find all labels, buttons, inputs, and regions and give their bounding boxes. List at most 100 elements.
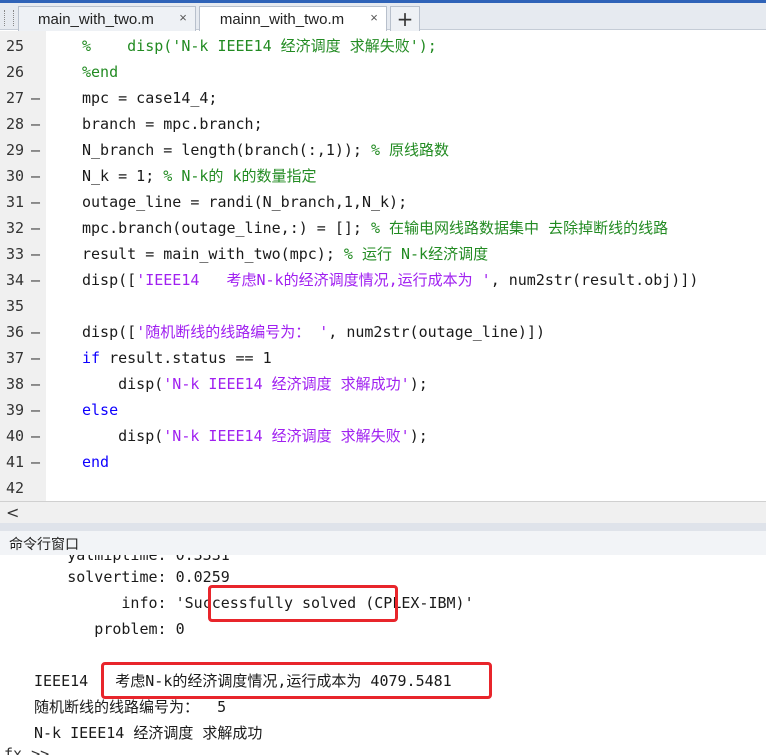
- code-text: if result.status == 1: [82, 345, 272, 371]
- code-token: else: [82, 401, 119, 419]
- code-token: 'IEEE14 考虑N-k的经济调度情况,运行成本为 ': [136, 271, 491, 289]
- code-token: );: [409, 427, 428, 445]
- line-number: 39: [6, 401, 25, 419]
- code-token: result.status == 1: [100, 349, 272, 367]
- breakpoint-marker[interactable]: —: [31, 163, 40, 189]
- code-token: % disp('N-k IEEE14 经济调度 求解失败');: [82, 37, 437, 55]
- breakpoint-marker[interactable]: —: [31, 423, 40, 449]
- breakpoint-marker[interactable]: —: [31, 345, 40, 371]
- line-number: 40: [6, 427, 25, 445]
- tab-label: main_with_two.m: [38, 11, 154, 28]
- code-text: N_branch = length(branch(:,1)); % 原线路数: [82, 137, 449, 163]
- code-line[interactable]: 30 — N_k = 1; % N-k的 k的数量指定: [0, 163, 766, 189]
- code-line[interactable]: 29 — N_branch = length(branch(:,1)); % 原线路…: [0, 137, 766, 163]
- code-line[interactable]: 39 — else: [0, 397, 766, 423]
- code-token: N_k = 1;: [82, 167, 164, 185]
- code-line[interactable]: 28 — branch = mpc.branch;: [0, 111, 766, 137]
- code-token: if: [82, 349, 101, 367]
- code-line[interactable]: 40 — disp('N-k IEEE14 经济调度 求解失败');: [0, 423, 766, 449]
- code-line[interactable]: 36 — disp(['随机断线的线路编号为： ', num2str(outage_…: [0, 319, 766, 345]
- output-line: solvertime: 0.0259: [4, 568, 230, 586]
- code-line[interactable]: 27 — mpc = case14_4;: [0, 85, 766, 111]
- tab-main-with-two[interactable]: main_with_two.m ×: [18, 6, 196, 32]
- code-line[interactable]: 32 — mpc.branch(outage_line,:) = []; % 在输电…: [0, 215, 766, 241]
- code-text: branch = mpc.branch;: [82, 111, 263, 137]
- code-line[interactable]: 38 — disp('N-k IEEE14 经济调度 求解成功');: [0, 371, 766, 397]
- code-text: end: [82, 449, 109, 475]
- code-token: disp(: [82, 375, 164, 393]
- code-line[interactable]: 33 — result = main_with_two(mpc); % 运行 N-k…: [0, 241, 766, 267]
- close-icon[interactable]: ×: [367, 11, 381, 25]
- code-token: N_branch = length(branch(:,1));: [82, 141, 371, 159]
- code-token: end: [82, 453, 110, 471]
- breakpoint-marker[interactable]: —: [31, 449, 40, 475]
- line-number: 31: [6, 193, 25, 211]
- code-token: result = main_with_two(mpc);: [82, 245, 344, 263]
- code-line[interactable]: 35: [0, 293, 766, 319]
- code-token: outage_line = randi(N_branch,1,N_k);: [82, 193, 408, 211]
- breakpoint-marker[interactable]: —: [31, 371, 40, 397]
- breakpoint-marker[interactable]: —: [31, 85, 40, 111]
- line-number: 29: [6, 141, 25, 159]
- line-number: 35: [6, 297, 25, 315]
- pane-divider[interactable]: [0, 523, 766, 531]
- line-number: 25: [6, 37, 25, 55]
- line-number: 32: [6, 219, 25, 237]
- line-number: 28: [6, 115, 25, 133]
- code-token: , num2str(result.obj)]): [490, 271, 699, 289]
- line-number: 37: [6, 349, 25, 367]
- scroll-left-icon[interactable]: <: [6, 503, 19, 522]
- command-window-title: 命令行窗口: [9, 537, 79, 553]
- tab-mainn-with-two[interactable]: mainn_with_two.m ×: [199, 6, 387, 33]
- code-text: mpc = case14_4;: [82, 85, 217, 111]
- code-token: '随机断线的线路编号为： ': [136, 323, 329, 341]
- breakpoint-marker[interactable]: —: [31, 215, 40, 241]
- code-line[interactable]: 34 — disp(['IEEE14 考虑N-k的经济调度情况,运行成本为 ', n…: [0, 267, 766, 293]
- add-tab-button[interactable]: +: [390, 6, 420, 31]
- command-prompt[interactable]: fx >>: [4, 745, 49, 755]
- code-token: disp([: [82, 271, 137, 289]
- code-text: mpc.branch(outage_line,:) = []; % 在输电网线路…: [82, 215, 668, 241]
- code-token: %end: [82, 63, 119, 81]
- tab-grip-icon[interactable]: [4, 10, 14, 26]
- breakpoint-marker[interactable]: —: [31, 137, 40, 163]
- breakpoint-marker[interactable]: —: [31, 267, 40, 293]
- close-icon[interactable]: ×: [176, 11, 190, 25]
- highlight-box-cost: [101, 662, 492, 699]
- horizontal-scrollbar[interactable]: <: [0, 501, 766, 524]
- code-token: disp([: [82, 323, 137, 341]
- command-window-header: 命令行窗口: [0, 531, 766, 556]
- code-line[interactable]: 41 — end: [0, 449, 766, 475]
- code-text: outage_line = randi(N_branch,1,N_k);: [82, 189, 407, 215]
- code-text: %end: [82, 59, 118, 85]
- code-token: % 运行 N-k经济调度: [343, 245, 489, 263]
- code-line[interactable]: 31 — outage_line = randi(N_branch,1,N_k);: [0, 189, 766, 215]
- breakpoint-marker[interactable]: —: [31, 189, 40, 215]
- code-token: % N-k的 k的数量指定: [163, 167, 317, 185]
- breakpoint-marker[interactable]: —: [31, 111, 40, 137]
- code-line[interactable]: 37 — if result.status == 1: [0, 345, 766, 371]
- code-token: mpc = case14_4;: [82, 89, 218, 107]
- code-token: 'N-k IEEE14 经济调度 求解失败': [163, 427, 410, 445]
- line-number: 27: [6, 89, 25, 107]
- code-line[interactable]: 42: [0, 475, 766, 501]
- code-text: disp(['IEEE14 考虑N-k的经济调度情况,运行成本为 ', num2…: [82, 267, 698, 293]
- code-token: , num2str(outage_line)]): [328, 323, 546, 341]
- line-number: 33: [6, 245, 25, 263]
- code-token: mpc.branch(outage_line,:) = [];: [82, 219, 371, 237]
- command-window[interactable]: yalmiptime: 0.3331 solvertime: 0.0259 in…: [0, 555, 766, 755]
- code-text: % disp('N-k IEEE14 经济调度 求解失败');: [82, 33, 437, 59]
- code-editor[interactable]: 25% disp('N-k IEEE14 经济调度 求解失败'); 26 %end 2…: [0, 31, 766, 501]
- breakpoint-marker[interactable]: —: [31, 319, 40, 345]
- code-token: disp(: [82, 427, 164, 445]
- line-number: 30: [6, 167, 25, 185]
- highlight-box-solved: [208, 585, 398, 622]
- line-number: 42: [6, 479, 25, 497]
- code-line[interactable]: 25 % disp('N-k IEEE14 经济调度 求解失败');: [0, 33, 766, 59]
- line-number: 41: [6, 453, 25, 471]
- code-line[interactable]: 26 %end: [0, 59, 766, 85]
- breakpoint-marker[interactable]: —: [31, 241, 40, 267]
- output-line: problem: 0: [4, 620, 185, 638]
- code-text: result = main_with_two(mpc); % 运行 N-k经济调…: [82, 241, 488, 267]
- breakpoint-marker[interactable]: —: [31, 397, 40, 423]
